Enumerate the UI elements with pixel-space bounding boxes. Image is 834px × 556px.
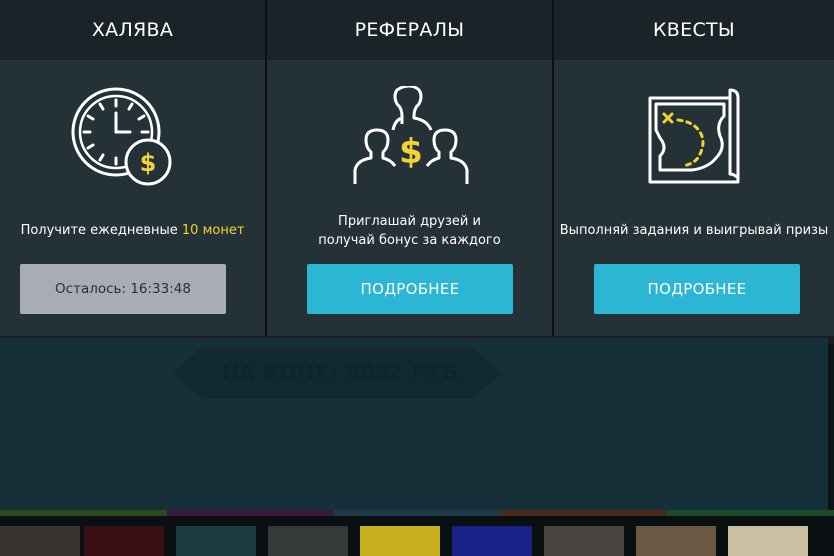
- referrals-more-button[interactable]: ПОДРОБНЕЕ: [307, 264, 513, 314]
- thumbnail[interactable]: [636, 526, 716, 556]
- jackpot-label: НА КОНУ: 9082 РУБ.: [222, 360, 467, 384]
- thumbnail[interactable]: [544, 526, 624, 556]
- thumbnail[interactable]: [176, 526, 256, 556]
- freebie-timer-button[interactable]: Осталось: 16:33:48: [20, 264, 226, 314]
- referrals-description: Приглашай друзей и получай бонус за кажд…: [267, 212, 552, 250]
- quests-more-button[interactable]: ПОДРОБНЕЕ: [594, 264, 800, 314]
- referrals-panel: РЕФЕРАЛЫ $ Приглашай друзей и получай бо…: [267, 0, 552, 336]
- freebie-description-text: Получите ежедневные: [20, 223, 182, 238]
- svg-text:$: $: [140, 149, 157, 177]
- freebie-description: Получите ежедневные 10 монет: [0, 221, 265, 240]
- freebie-panel: ХАЛЯВА $ Получите ежедневные 10 монет Ос…: [0, 0, 265, 336]
- thumbnail[interactable]: [452, 526, 532, 556]
- referrals-description-line1: Приглашай друзей и: [338, 214, 481, 229]
- referrals-title: РЕФЕРАЛЫ: [267, 0, 552, 60]
- clock-coin-icon: $: [71, 87, 172, 186]
- thumbnail[interactable]: [0, 526, 80, 556]
- referral-people-icon: $: [353, 86, 469, 184]
- thumbnail-strip: [0, 516, 834, 556]
- treasure-map-icon: [648, 88, 740, 184]
- freebie-title: ХАЛЯВА: [0, 0, 265, 60]
- coins-amount: 10 монет: [181, 223, 245, 238]
- thumbnail[interactable]: [268, 526, 348, 556]
- thumbnail[interactable]: [728, 526, 808, 556]
- referrals-description-line2: получай бонус за каждого: [318, 233, 501, 248]
- thumbnail[interactable]: [360, 526, 440, 556]
- thumbnail[interactable]: [84, 526, 164, 556]
- quests-panel: КВЕСТЫ Выполняй задания и выигрывай приз…: [554, 0, 834, 336]
- quests-description: Выполняй задания и выигрывай призы: [559, 223, 829, 238]
- quests-title: КВЕСТЫ: [554, 0, 834, 60]
- svg-text:$: $: [399, 132, 423, 172]
